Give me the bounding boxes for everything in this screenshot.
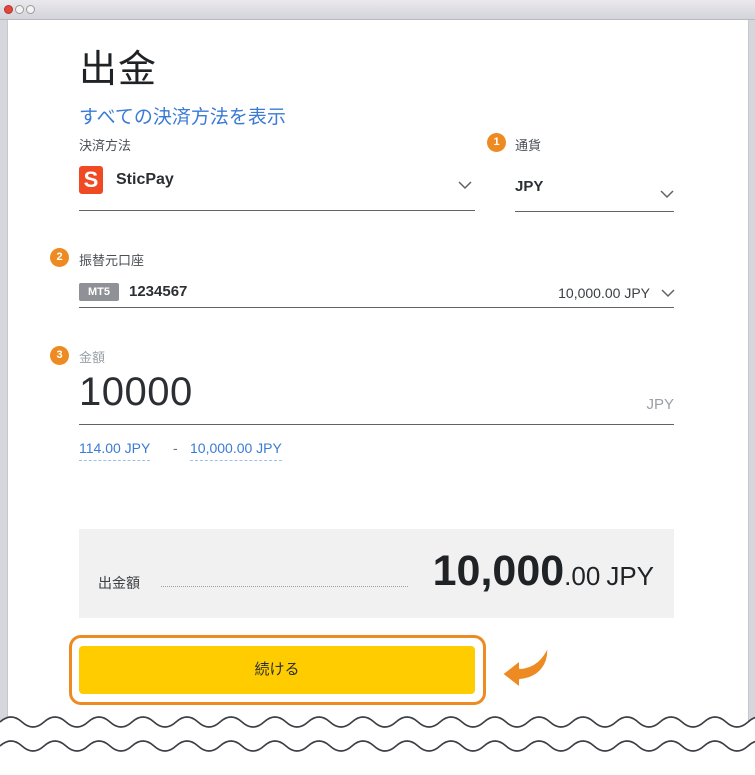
- pointer-arrow-icon: [501, 645, 550, 689]
- chevron-down-icon: [660, 190, 674, 199]
- window-border-left: [0, 20, 8, 740]
- max-amount-link[interactable]: 10,000.00 JPY: [190, 440, 282, 461]
- close-window-button[interactable]: [4, 5, 13, 14]
- account-number: 1234567: [129, 283, 188, 300]
- chevron-down-icon: [458, 181, 472, 190]
- withdrawal-summary: 出金額 10,000.00 JPY: [79, 529, 674, 618]
- app-window: 出金 すべての決済方法を表示 決済方法 S SticPay 1 通貨 JPY 2…: [0, 0, 755, 775]
- window-titlebar: [0, 0, 755, 20]
- page-title: 出金: [79, 49, 158, 91]
- show-all-methods-link[interactable]: すべての決済方法を表示: [79, 102, 286, 129]
- account-label: 振替元口座: [79, 253, 145, 268]
- summary-currency: JPY: [606, 561, 654, 591]
- summary-amount: 10,000.00 JPY: [433, 547, 654, 596]
- currency-label: 通貨: [515, 138, 542, 153]
- summary-amount-integer: 10,000: [432, 547, 565, 595]
- min-amount-link[interactable]: 114.00 JPY: [79, 440, 151, 461]
- method-value: SticPay: [116, 171, 174, 188]
- range-separator: -: [173, 440, 178, 456]
- mt5-tag: MT5: [79, 283, 119, 301]
- step-badge-2: 2: [50, 248, 69, 267]
- summary-label: 出金額: [98, 575, 140, 591]
- currency-value: JPY: [515, 178, 544, 195]
- page-cut-wave: [0, 716, 755, 775]
- zoom-window-button[interactable]: [26, 5, 35, 14]
- minimize-window-button[interactable]: [15, 5, 24, 14]
- method-underline: [79, 210, 475, 211]
- amount-underline: [79, 424, 674, 425]
- continue-button[interactable]: 続ける: [79, 646, 475, 694]
- chevron-down-icon: [661, 289, 675, 298]
- step-badge-3: 3: [50, 346, 69, 365]
- sticpay-logo-icon: S: [79, 166, 103, 194]
- window-border-right: [748, 20, 755, 740]
- amount-value: 10000: [79, 370, 193, 414]
- amount-unit: JPY: [646, 396, 674, 413]
- summary-amount-fraction: .00: [564, 561, 601, 591]
- summary-dotted-leader: [161, 586, 408, 587]
- amount-label: 金額: [79, 350, 106, 365]
- step-badge-1: 1: [487, 133, 506, 152]
- account-underline: [79, 307, 674, 308]
- currency-underline: [515, 211, 674, 212]
- method-label: 決済方法: [79, 138, 132, 153]
- account-balance: 10,000.00 JPY: [558, 285, 650, 301]
